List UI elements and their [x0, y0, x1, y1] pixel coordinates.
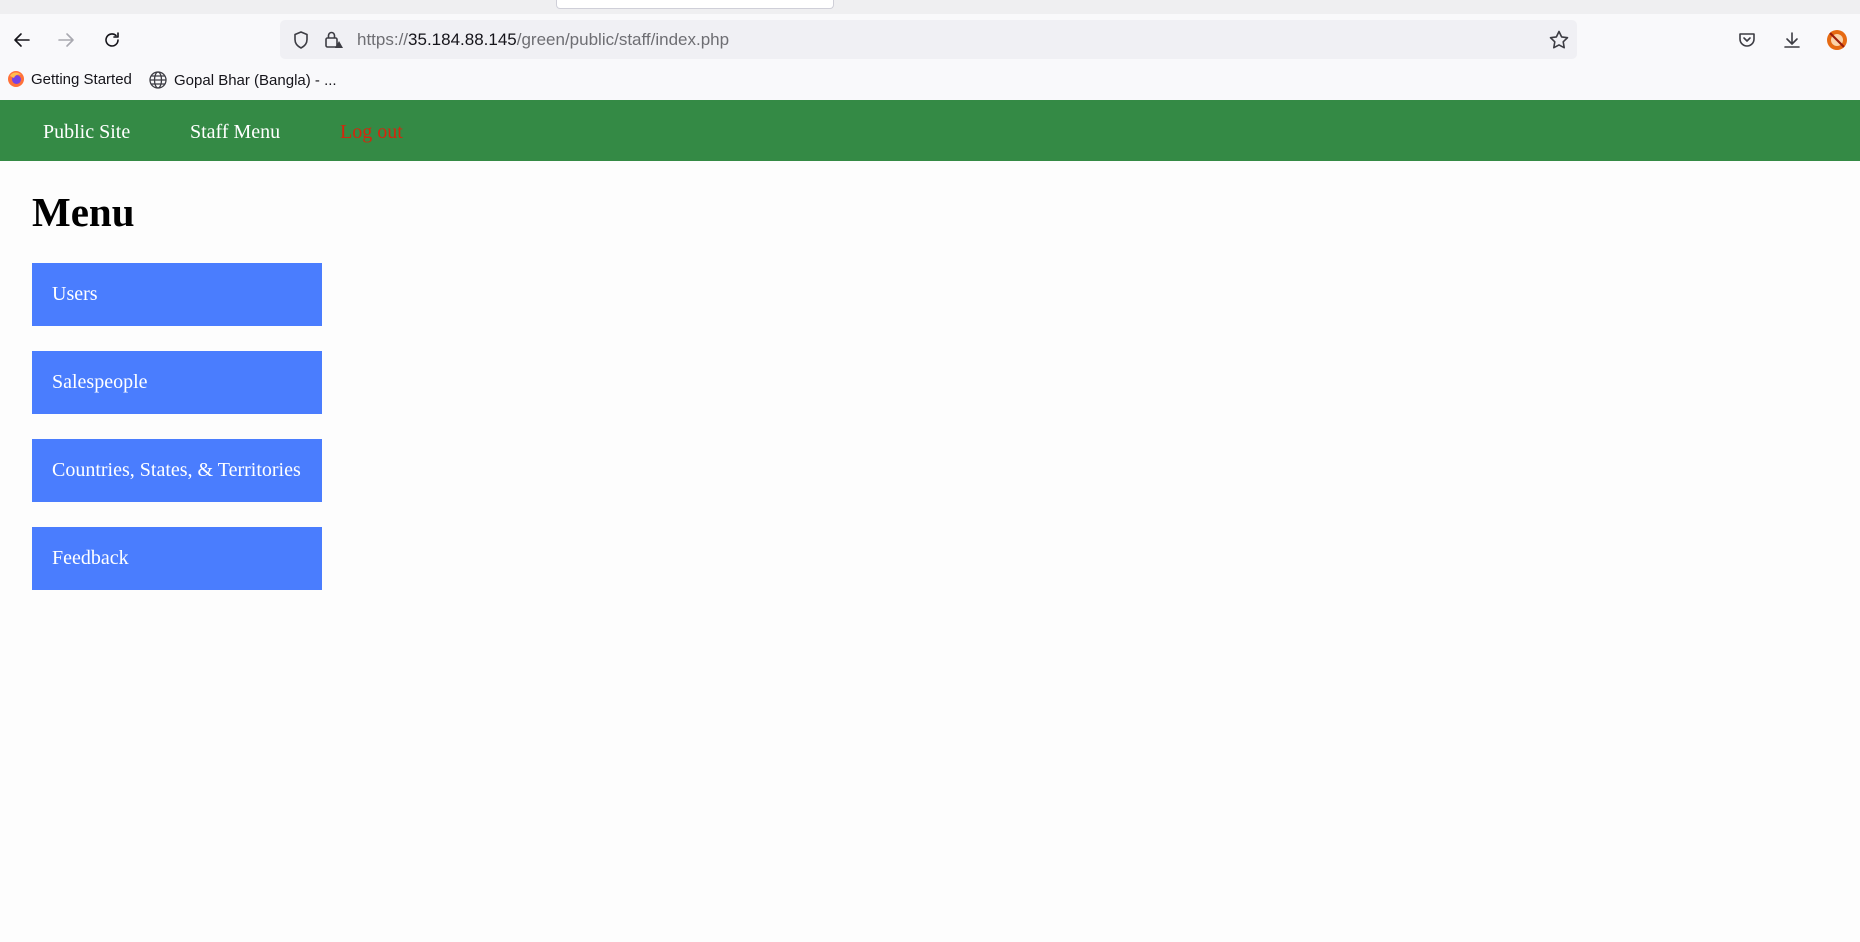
download-icon: [1784, 32, 1800, 48]
menu-item-label: Countries, States, & Territories: [52, 459, 301, 481]
reload-icon: [105, 32, 119, 47]
address-bar[interactable]: https://35.184.88.145/green/public/staff…: [280, 20, 1577, 59]
active-tab[interactable]: [556, 0, 834, 9]
downloads-button[interactable]: [1778, 26, 1806, 54]
nav-staff-menu-link[interactable]: Staff Menu: [190, 121, 280, 144]
url-text: https://35.184.88.145/green/public/staff…: [357, 30, 729, 50]
top-navigation: Public Site Staff Menu Log out: [0, 100, 1860, 161]
back-button[interactable]: [6, 24, 38, 56]
bookmark-getting-started[interactable]: Getting Started: [7, 70, 132, 88]
globe-icon: [149, 71, 167, 89]
menu-item-feedback[interactable]: Feedback: [32, 527, 322, 590]
bookmark-star-icon[interactable]: [1547, 28, 1571, 52]
nav-log-out-link[interactable]: Log out: [340, 121, 403, 144]
menu-item-label: Feedback: [52, 547, 129, 569]
bookmark-label: Getting Started: [31, 70, 132, 88]
url-host: 35.184.88.145: [408, 30, 517, 49]
menu-item-salespeople[interactable]: Salespeople: [32, 351, 322, 414]
nav-public-site-link[interactable]: Public Site: [43, 121, 130, 144]
lock-warning-icon[interactable]: [322, 28, 346, 52]
menu-item-users[interactable]: Users: [32, 263, 322, 326]
arrow-right-icon: [58, 33, 74, 47]
url-scheme: https://: [357, 30, 409, 49]
shield-icon[interactable]: [289, 28, 313, 52]
menu-item-countries-states-territories[interactable]: Countries, States, & Territories: [32, 439, 322, 502]
pocket-button[interactable]: [1733, 26, 1761, 54]
tab-strip: [0, 0, 1860, 14]
menu-item-label: Users: [52, 283, 98, 305]
arrow-left-icon: [14, 33, 30, 47]
pocket-icon: [1739, 33, 1755, 47]
extension-blocked-icon: [1827, 30, 1847, 50]
bookmark-label: Gopal Bhar (Bangla) - ...: [174, 71, 337, 89]
firefox-icon: [8, 71, 24, 87]
forward-button[interactable]: [50, 24, 82, 56]
url-path: /green/public/staff/index.php: [516, 30, 730, 49]
page-title: Menu: [32, 189, 135, 235]
bookmarks-toolbar: Getting Started Gopal Bhar (Bangla) - ..…: [0, 70, 1860, 94]
reload-button[interactable]: [96, 24, 128, 56]
extension-button[interactable]: [1823, 26, 1851, 54]
bookmark-gopal-bhar[interactable]: Gopal Bhar (Bangla) - ...: [148, 70, 337, 90]
menu-item-label: Salespeople: [52, 371, 148, 393]
browser-chrome: https://35.184.88.145/green/public/staff…: [0, 0, 1860, 100]
